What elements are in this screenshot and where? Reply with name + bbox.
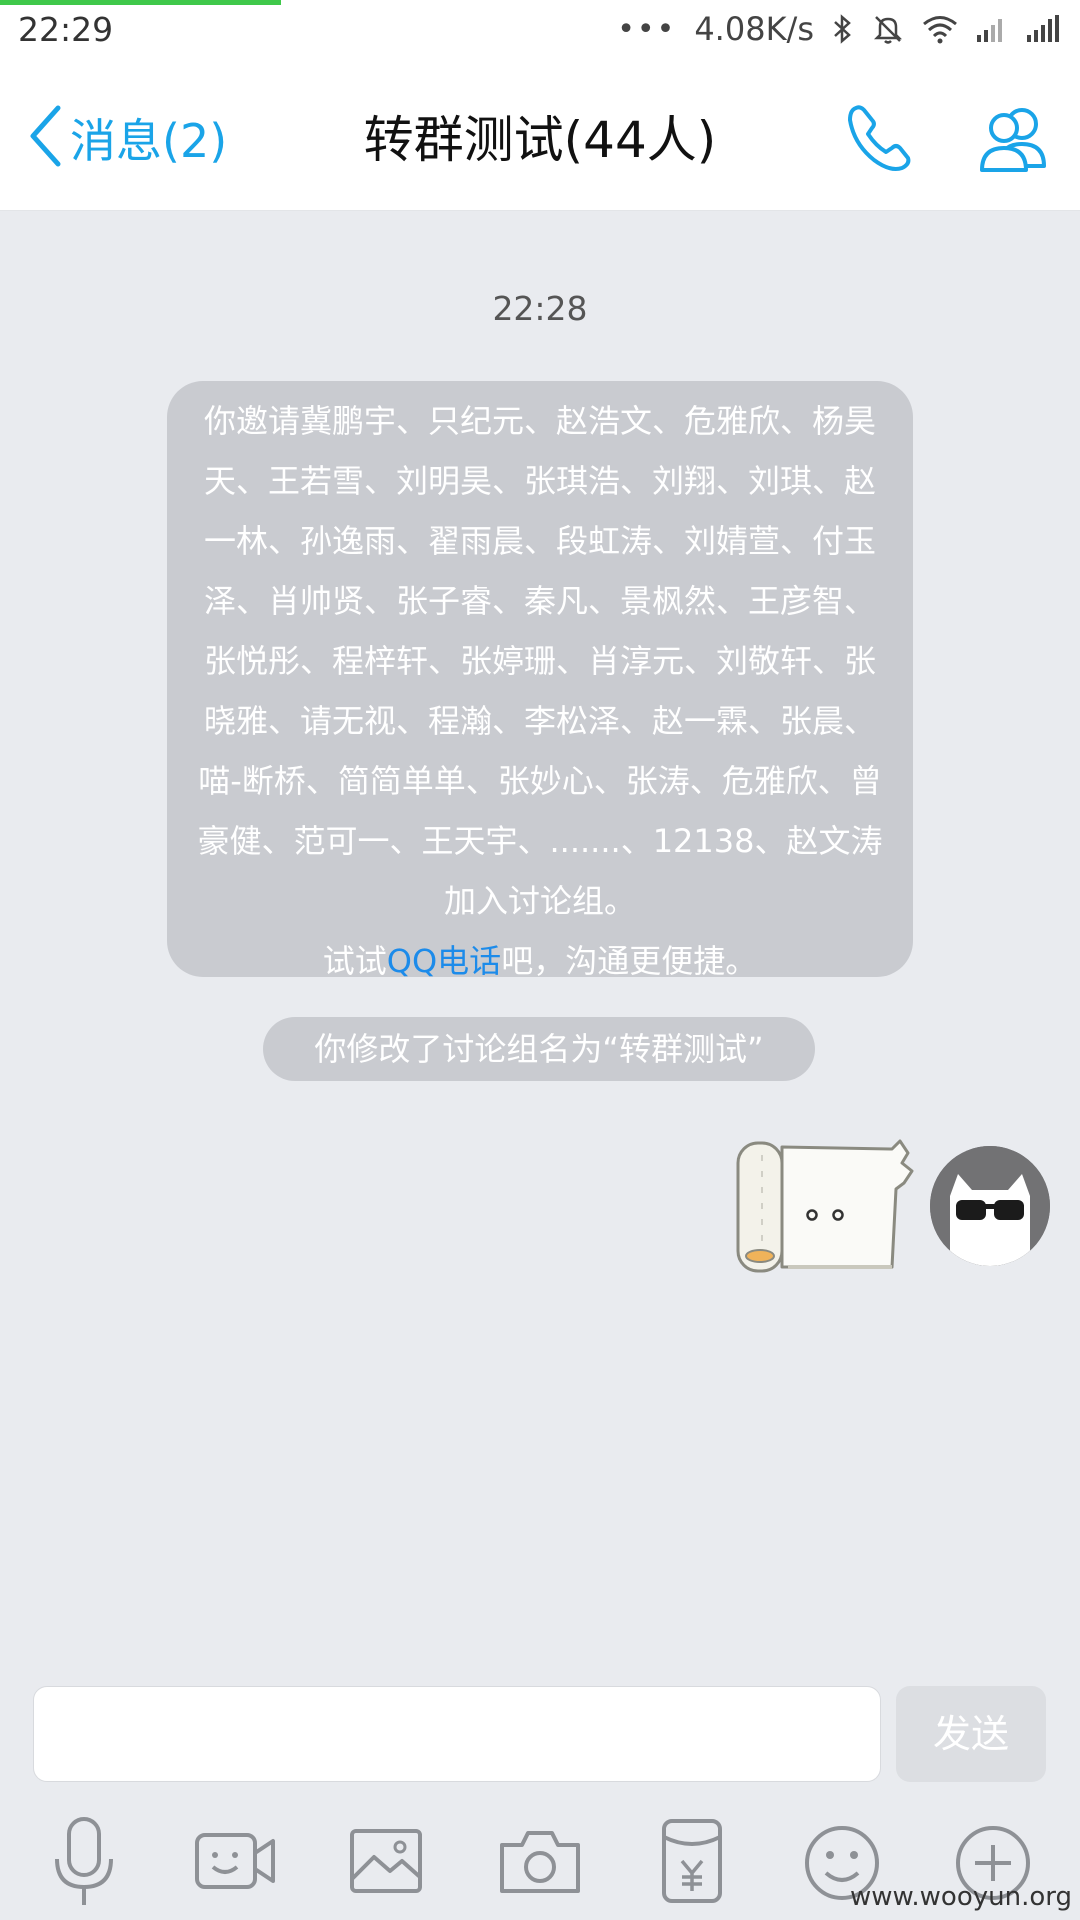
group-members-button[interactable]	[970, 98, 1060, 178]
qq-call-link[interactable]: QQ电话	[387, 942, 501, 980]
network-speed: 4.08K/s	[694, 10, 814, 48]
status-time: 22:29	[18, 10, 114, 49]
microphone-icon	[35, 1817, 135, 1915]
red-packet-button[interactable]	[642, 1811, 742, 1911]
invite-text: 你邀请冀鹏宇、只纪元、赵浩文、危雅欣、杨昊天、王若雪、刘明昊、张琪浩、刘翔、刘琪…	[197, 402, 883, 920]
group-members-icon	[970, 108, 1060, 182]
image-button[interactable]	[338, 1811, 438, 1911]
wifi-icon	[922, 14, 958, 44]
more-dots: •••	[617, 11, 677, 47]
qq-call-tip-prefix: 试试	[322, 942, 387, 980]
back-label: 消息(2)	[70, 114, 228, 168]
status-indicators: ••• 4.08K/s	[617, 8, 1062, 50]
message-input[interactable]	[33, 1686, 881, 1782]
signal-icon-2	[1026, 15, 1062, 43]
camera-icon	[490, 1831, 590, 1915]
qq-call-tip-suffix: 吧，沟通更便捷。	[501, 942, 758, 980]
image-icon	[338, 1829, 438, 1915]
message-input-bar: 发送 www.wooyun.org	[0, 1661, 1080, 1920]
signal-icon-1	[976, 15, 1008, 43]
phone-icon	[840, 105, 920, 182]
chat-message-list[interactable]: 22:28 你邀请冀鹏宇、只纪元、赵浩文、危雅欣、杨昊天、王若雪、刘明昊、张琪浩…	[0, 211, 1080, 1661]
user-avatar[interactable]	[930, 1146, 1050, 1266]
video-button[interactable]	[185, 1811, 285, 1911]
watermark-text: www.wooyun.org	[849, 1882, 1072, 1912]
camera-button[interactable]	[490, 1811, 590, 1911]
red-packet-icon	[642, 1819, 742, 1915]
phone-call-button[interactable]	[840, 98, 920, 178]
toilet-paper-sticker[interactable]	[732, 1131, 920, 1281]
bluetooth-icon	[832, 13, 854, 45]
chevron-left-icon	[28, 104, 62, 172]
send-button[interactable]: 发送	[896, 1686, 1046, 1782]
message-timestamp: 22:28	[492, 289, 588, 328]
system-invite-message: 你邀请冀鹏宇、只纪元、赵浩文、危雅欣、杨昊天、王若雪、刘明昊、张琪浩、刘翔、刘琪…	[167, 381, 913, 980]
loading-progress-line	[0, 0, 281, 5]
system-rename-message: 你修改了讨论组名为“转群测试”	[263, 1017, 815, 1081]
video-icon	[185, 1833, 285, 1915]
back-button[interactable]: 消息(2)	[28, 98, 227, 178]
status-bar: 22:29 ••• 4.08K/s	[0, 0, 1080, 58]
page-title: 转群测试(44人)	[363, 111, 717, 169]
chat-header: 消息(2) 转群测试(44人)	[0, 58, 1080, 211]
mute-bell-icon	[872, 13, 904, 45]
voice-button[interactable]	[35, 1811, 135, 1911]
